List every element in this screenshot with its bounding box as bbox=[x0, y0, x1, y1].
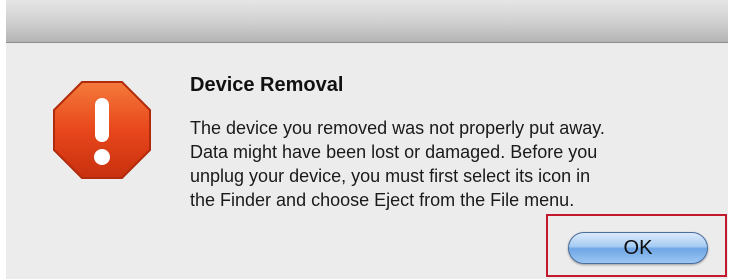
dialog-title: Device Removal bbox=[190, 74, 344, 96]
message-line: The device you removed was not properly … bbox=[190, 118, 605, 138]
ok-button[interactable]: OK bbox=[568, 232, 708, 264]
dialog-message: The device you removed was not properly … bbox=[190, 116, 690, 212]
message-line: unplug your device, you must first selec… bbox=[190, 166, 591, 186]
dialog-title-bar[interactable] bbox=[6, 0, 728, 43]
alert-stop-icon bbox=[52, 80, 152, 180]
screenshot-frame: Device Removal The device you removed wa… bbox=[0, 0, 732, 279]
alert-stop-icon-graphic bbox=[53, 81, 151, 179]
message-line: Data might have been lost or damaged. Be… bbox=[190, 142, 598, 162]
message-line: the Finder and choose Eject from the Fil… bbox=[190, 190, 575, 210]
